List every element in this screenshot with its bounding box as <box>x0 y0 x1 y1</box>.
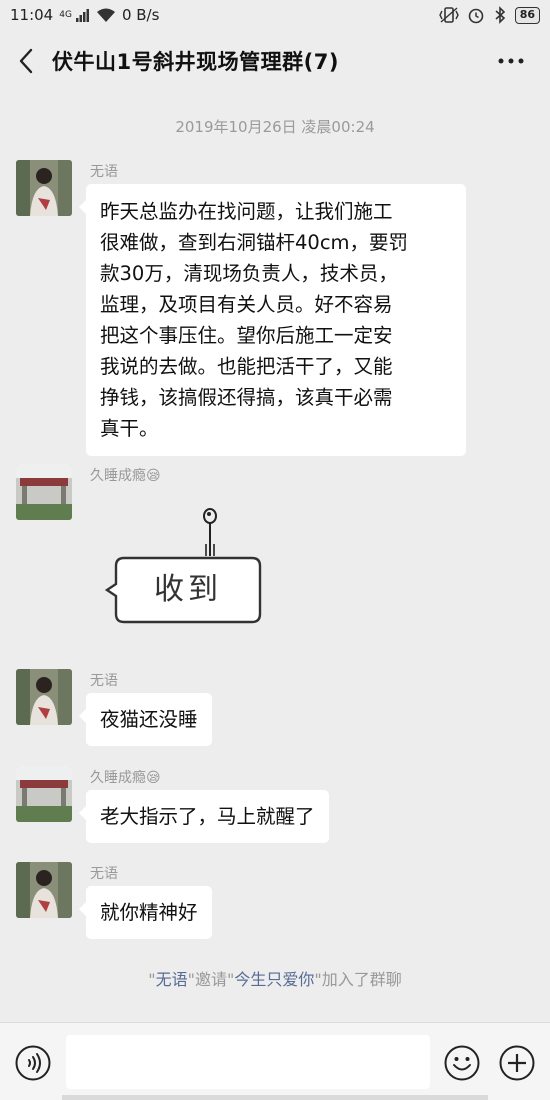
voice-button[interactable] <box>15 1045 51 1081</box>
emoji-button[interactable] <box>444 1045 480 1081</box>
message-line: 挣钱，该搞假还得搞，该真干必需 <box>100 386 393 409</box>
message-line: 昨天总监办在找问题，让我们施工 <box>100 200 393 223</box>
status-bar: 11:04 4G 0 B/s 86 <box>0 0 550 30</box>
message-row: 无语 昨天总监办在找问题，让我们施工 很难做，查到右洞锚杆40cm，要罚 款30… <box>16 160 536 456</box>
status-time: 11:04 <box>10 6 54 24</box>
network-speed: 0 B/s <box>121 6 160 24</box>
message-line: 监理，及项目有关人员。好不容易 <box>100 293 393 316</box>
system-text: "加入了群聊 <box>314 970 402 989</box>
message-line: 把这个事压住。望你后施工一定安 <box>100 324 393 347</box>
avatar[interactable] <box>16 160 72 216</box>
plus-icon <box>499 1045 535 1081</box>
message-line: 真干。 <box>100 417 159 440</box>
sticker-text: 收到 <box>154 572 222 607</box>
avatar[interactable] <box>16 464 72 520</box>
message-line: 很难做，查到右洞锚杆40cm，要罚 <box>100 231 409 254</box>
back-button[interactable] <box>0 30 52 92</box>
chat-header: 伏牛山1号斜井现场管理群(7) <box>0 30 550 92</box>
voice-icon <box>15 1045 51 1081</box>
message-input[interactable] <box>66 1035 430 1089</box>
more-button[interactable] <box>494 48 528 74</box>
message-row: 无语 夜猫还没睡 <box>16 669 536 755</box>
more-dots-icon <box>498 58 524 64</box>
chat-timestamp: 2019年10月26日 凌晨00:24 <box>175 118 375 136</box>
chevron-left-icon <box>19 48 33 74</box>
sender-name: 无语 <box>90 164 118 180</box>
bluetooth-icon <box>495 6 505 24</box>
message-row: 无语 就你精神好 <box>16 862 536 948</box>
invitee-link[interactable]: 今生只爱你 <box>234 970 314 989</box>
message-row: 久睡成瘾😪 收到 <box>16 464 536 639</box>
vibrate-icon <box>438 7 459 23</box>
avatar[interactable] <box>16 862 72 918</box>
sender-name: 无语 <box>90 673 118 689</box>
plus-button[interactable] <box>499 1045 535 1081</box>
message-line: 款30万，清现场负责人，技术员， <box>100 262 398 285</box>
system-notice: "无语"邀请"今生只爱你"加入了群聊 <box>0 966 550 990</box>
sender-name: 无语 <box>90 866 118 882</box>
emoji-icon <box>444 1045 480 1081</box>
wifi-icon <box>96 8 115 22</box>
bottom-strip <box>62 1095 488 1100</box>
avatar[interactable] <box>16 669 72 725</box>
network-type-label: 4G <box>59 9 72 20</box>
battery-indicator: 86 <box>514 6 540 24</box>
message-row: 久睡成瘾😪 老大指示了，马上就醒了 <box>16 766 536 852</box>
signal-icon <box>75 9 89 22</box>
system-text: "邀请" <box>187 970 235 989</box>
inviter-link[interactable]: 无语 <box>156 970 188 989</box>
avatar[interactable] <box>16 766 72 822</box>
sticker-message[interactable]: 收到 <box>102 504 272 634</box>
sender-name: 久睡成瘾😪 <box>90 468 161 484</box>
message-bubble[interactable]: 老大指示了，马上就醒了 <box>79 790 329 843</box>
chat-title: 伏牛山1号斜井现场管理群(7) <box>52 50 339 74</box>
message-bubble[interactable]: 就你精神好 <box>79 886 212 939</box>
sender-name: 久睡成瘾😪 <box>90 770 161 786</box>
alarm-icon <box>468 8 483 24</box>
input-bar <box>0 1022 550 1100</box>
system-text: " <box>148 970 156 989</box>
message-line: 我说的去做。也能把活干了，又能 <box>100 355 393 378</box>
message-bubble[interactable]: 昨天总监办在找问题，让我们施工 很难做，查到右洞锚杆40cm，要罚 款30万，清… <box>79 184 466 456</box>
message-bubble[interactable]: 夜猫还没睡 <box>79 693 212 746</box>
